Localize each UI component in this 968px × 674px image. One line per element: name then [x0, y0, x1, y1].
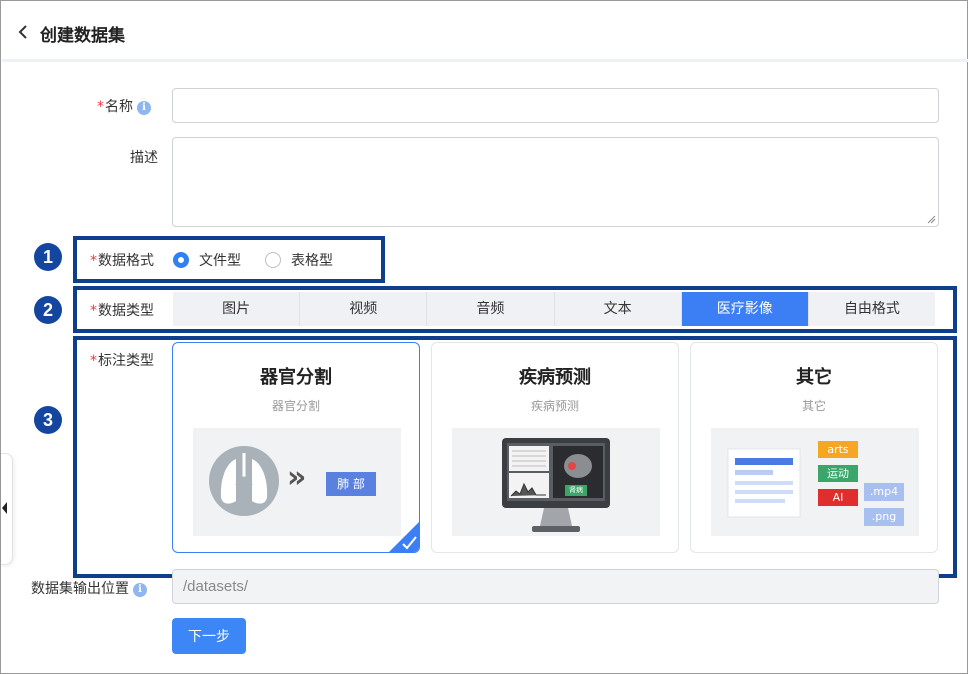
data-type-tabs: 图片 视频 音频 文本 医疗影像 自由格式: [173, 292, 935, 326]
data-type-label: *数据类型: [90, 303, 154, 319]
resize-handle-icon[interactable]: [927, 215, 936, 224]
card-subtitle: 器官分割: [271, 399, 320, 413]
tab-video[interactable]: 视频: [300, 292, 428, 326]
data-format-label: *数据格式: [90, 253, 154, 269]
output-location-input: [172, 569, 939, 604]
radio-checked-icon[interactable]: [173, 252, 189, 268]
tab-medical-imaging[interactable]: 医疗影像: [681, 292, 809, 326]
required-mark: *: [97, 99, 104, 115]
back-arrow-icon[interactable]: [14, 22, 34, 42]
output-location-label: 数据集输出位置 i: [31, 578, 147, 598]
next-step-button[interactable]: 下一步: [172, 618, 246, 654]
selected-check-icon: [389, 522, 419, 552]
info-icon[interactable]: i: [137, 101, 151, 115]
tab-free-format[interactable]: 自由格式: [809, 292, 935, 326]
side-collapse-handle[interactable]: [1, 453, 13, 565]
name-input[interactable]: [172, 88, 939, 123]
organ-segmentation-illustration: » 肺 部: [193, 428, 401, 536]
card-organ-segmentation[interactable]: 器官分割 器官分割 » 肺 部: [172, 342, 420, 553]
page-header: 创建数据集: [2, 2, 968, 62]
lungs-icon: [209, 446, 279, 516]
card-other[interactable]: 其它 其它 arts 运动 AI .mp4 .png: [690, 342, 938, 553]
required-mark: *: [90, 253, 97, 269]
monitor-icon: [502, 438, 610, 532]
required-mark: *: [90, 303, 97, 319]
callout-badge-2: 2: [34, 296, 62, 324]
card-disease-prediction[interactable]: 疾病预测 疾病预测 肾病: [431, 342, 679, 553]
page-title: 创建数据集: [40, 26, 125, 46]
tag-png: .png: [864, 508, 904, 526]
description-textarea[interactable]: [172, 137, 939, 227]
info-icon[interactable]: i: [133, 583, 147, 597]
tab-text[interactable]: 文本: [555, 292, 682, 326]
tab-image[interactable]: 图片: [173, 292, 301, 326]
card-subtitle: 其它: [801, 399, 826, 413]
page-frame: 创建数据集 *名称 i 描述 1 *数据格式 文件型 表格型 2 *数据类型 图片…: [0, 0, 968, 674]
card-title: 疾病预测: [519, 367, 591, 388]
tag-ai: AI: [818, 489, 858, 506]
card-title: 器官分割: [260, 367, 332, 388]
disease-prediction-illustration: 肾病: [452, 428, 660, 536]
card-title: 其它: [796, 367, 832, 388]
tab-audio[interactable]: 音频: [427, 292, 555, 326]
description-label: 描述: [130, 150, 158, 166]
card-subtitle: 疾病预测: [530, 399, 579, 413]
kidney-disease-tag: 肾病: [565, 485, 587, 496]
tag-arts: arts: [818, 441, 858, 458]
callout-badge-1: 1: [34, 243, 62, 271]
other-illustration: arts 运动 AI .mp4 .png: [711, 428, 919, 536]
required-mark: *: [90, 353, 97, 369]
annotation-type-label: *标注类型: [90, 353, 154, 369]
document-icon: [727, 448, 801, 518]
tag-mp4: .mp4: [864, 483, 904, 501]
radio-unchecked-icon[interactable]: [265, 252, 281, 268]
collapse-arrow-icon[interactable]: [2, 502, 7, 514]
callout-badge-3: 3: [34, 406, 62, 434]
radio-table-type[interactable]: 表格型: [265, 250, 333, 270]
double-arrow-icon: »: [287, 460, 307, 495]
name-label: *名称 i: [97, 96, 151, 116]
radio-file-type[interactable]: 文件型: [173, 250, 241, 270]
lung-tag: 肺 部: [326, 472, 376, 496]
tag-sports: 运动: [818, 465, 858, 482]
